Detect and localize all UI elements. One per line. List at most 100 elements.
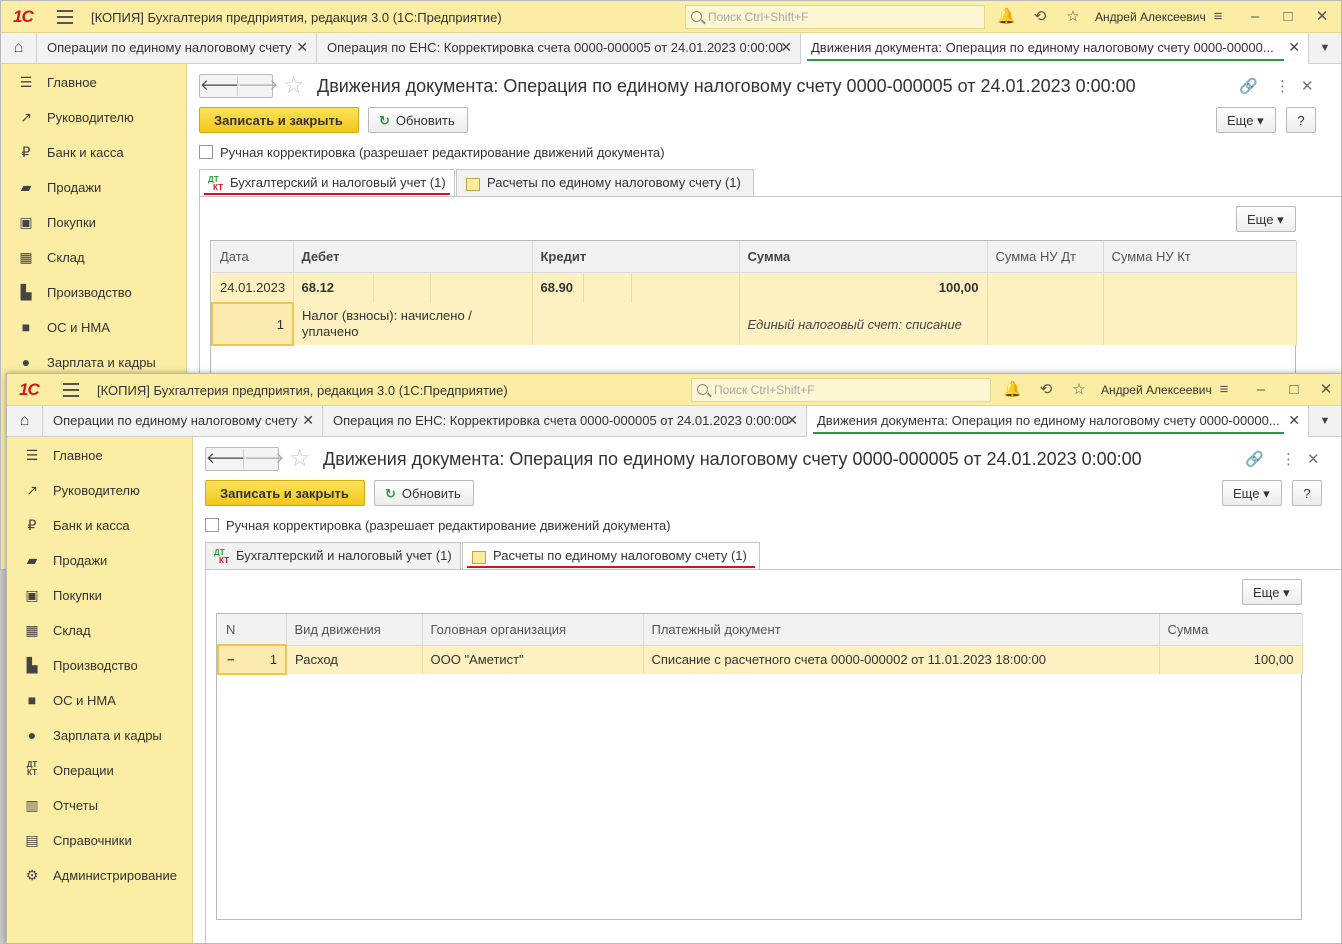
sidebar-item-warehouse[interactable]: ▦ Склад	[7, 612, 192, 647]
cell-credit[interactable]: 68.90	[532, 272, 584, 303]
cell-organization[interactable]: ООО "Аметист"	[422, 645, 644, 674]
sidebar-item-main[interactable]: ☰ Главное	[1, 64, 186, 99]
more-vertical-icon[interactable]: ⋮	[1281, 450, 1296, 468]
checkbox-box[interactable]	[199, 145, 213, 159]
link-icon[interactable]: 🔗	[1245, 450, 1264, 468]
table-more-button[interactable]: Еще ▾	[1236, 206, 1296, 232]
back-arrow-icon[interactable]: 🡐	[206, 449, 246, 469]
sidebar-item-production[interactable]: ▙ Производство	[7, 647, 192, 682]
column-header[interactable]: Кредит	[532, 241, 740, 273]
column-header[interactable]: Сумма НУ Дт	[987, 241, 1104, 273]
table-row[interactable]: 24.01.2023 68.12 68.90 100,00	[212, 272, 1297, 345]
minimize-icon[interactable]: –	[1252, 381, 1270, 399]
cell-content[interactable]: Единый налоговый счет: списание	[739, 303, 988, 345]
maximize-icon[interactable]: □	[1285, 381, 1303, 399]
close-form-icon[interactable]: ✕	[1301, 77, 1314, 95]
cell-empty[interactable]	[583, 272, 632, 303]
user-name[interactable]: Андрей Алексеевич	[1095, 10, 1206, 24]
column-header[interactable]: Сумма НУ Кт	[1103, 241, 1297, 273]
tab-ens-operation[interactable]: Операция по ЕНС: Корректировка счета 000…	[323, 406, 807, 437]
settings-menu-icon[interactable]: ≡	[1215, 381, 1233, 399]
history-icon[interactable]: ⟲	[1031, 8, 1049, 26]
column-header[interactable]: Сумма	[1159, 614, 1303, 646]
help-button[interactable]: ?	[1292, 480, 1322, 506]
home-tab-icon[interactable]: ⌂	[7, 406, 43, 437]
sidebar-item-manager[interactable]: ↗ Руководителю	[7, 472, 192, 507]
favorite-star-icon[interactable]: ☆	[289, 444, 311, 473]
cell-payment-doc[interactable]: Списание с расчетного счета 0000-000002 …	[643, 645, 1160, 674]
column-header[interactable]: Дата	[212, 241, 294, 273]
cell-empty[interactable]	[631, 272, 740, 303]
close-window-icon[interactable]: ✕	[1317, 381, 1335, 399]
cell-amount[interactable]: 100,00	[739, 272, 988, 303]
sidebar-item-production[interactable]: ▙ Производство	[1, 274, 186, 309]
forward-arrow-icon[interactable]: 🡒	[243, 449, 284, 469]
close-icon[interactable]: ✕	[780, 39, 792, 56]
help-button[interactable]: ?	[1286, 107, 1316, 133]
cell-date[interactable]: 24.01.2023	[212, 272, 294, 303]
sidebar-item-reports[interactable]: ▥ Отчеты	[7, 787, 192, 822]
search-input[interactable]: Поиск Ctrl+Shift+F	[685, 5, 985, 29]
close-form-icon[interactable]: ✕	[1307, 450, 1320, 468]
sidebar-item-bank[interactable]: ₽ Банк и касса	[7, 507, 192, 542]
sidebar-item-salary[interactable]: ● Зарплата и кадры	[7, 717, 192, 752]
cell-tax-kt[interactable]	[1103, 272, 1297, 345]
close-icon[interactable]: ✕	[302, 412, 314, 429]
sidebar-item-admin[interactable]: ⚙ Администрирование	[7, 857, 192, 892]
sidebar-item-sales[interactable]: ▰ Продажи	[7, 542, 192, 577]
minimize-icon[interactable]: –	[1246, 8, 1264, 26]
sidebar-item-bank[interactable]: ₽ Банк и касса	[1, 134, 186, 169]
tab-ens-settlements[interactable]: Расчеты по единому налоговому счету (1)	[462, 542, 760, 570]
home-tab-icon[interactable]: ⌂	[1, 33, 37, 64]
main-menu-icon[interactable]	[57, 10, 73, 24]
sidebar-item-purchases[interactable]: ▣ Покупки	[1, 204, 186, 239]
sidebar-item-operations[interactable]: ДТ КТ Операции	[7, 752, 192, 787]
cell-movement[interactable]: Расход	[286, 645, 423, 674]
sidebar-item-manager[interactable]: ↗ Руководителю	[1, 99, 186, 134]
cell-number[interactable]: −1	[217, 644, 287, 675]
more-button[interactable]: Еще ▾	[1216, 107, 1276, 133]
bell-icon[interactable]: 🔔	[997, 8, 1016, 26]
column-header[interactable]: N	[218, 614, 287, 646]
forward-arrow-icon[interactable]: 🡒	[237, 76, 278, 96]
sidebar-item-warehouse[interactable]: ▦ Склад	[1, 239, 186, 274]
cell-line-number[interactable]: 1	[211, 302, 294, 346]
back-arrow-icon[interactable]: 🡐	[200, 76, 240, 96]
manual-correction-checkbox[interactable]: Ручная корректировка (разрешает редактир…	[205, 518, 671, 533]
more-vertical-icon[interactable]: ⋮	[1275, 77, 1290, 95]
table-row[interactable]: −1 Расход ООО "Аметист" Списание с расче…	[217, 644, 1303, 675]
sidebar-item-assets[interactable]: ■ ОС и НМА	[1, 309, 186, 344]
close-window-icon[interactable]: ✕	[1313, 8, 1331, 26]
column-header[interactable]: Вид движения	[286, 614, 423, 646]
cell-empty[interactable]	[373, 272, 431, 303]
save-close-button[interactable]: Записать и закрыть	[199, 107, 359, 133]
column-header[interactable]: Головная организация	[422, 614, 644, 646]
sidebar-item-purchases[interactable]: ▣ Покупки	[7, 577, 192, 612]
favorite-star-icon[interactable]: ☆	[283, 71, 305, 100]
close-icon[interactable]: ✕	[1288, 412, 1300, 429]
checkbox-box[interactable]	[205, 518, 219, 532]
refresh-button[interactable]: ↻ Обновить	[368, 107, 468, 133]
column-header[interactable]: Сумма	[739, 241, 988, 273]
link-icon[interactable]: 🔗	[1239, 77, 1258, 95]
sidebar-item-main[interactable]: ☰ Главное	[7, 437, 192, 472]
close-icon[interactable]: ✕	[786, 412, 798, 429]
cell-credit-subconto[interactable]	[532, 303, 740, 345]
manual-correction-checkbox[interactable]: Ручная корректировка (разрешает редактир…	[199, 145, 665, 160]
sidebar-item-assets[interactable]: ■ ОС и НМА	[7, 682, 192, 717]
sidebar-item-catalogs[interactable]: ▤ Справочники	[7, 822, 192, 857]
tab-ens-operation[interactable]: Операция по ЕНС: Корректировка счета 000…	[317, 33, 801, 64]
refresh-button[interactable]: ↻ Обновить	[374, 480, 474, 506]
column-header[interactable]: Платежный документ	[643, 614, 1160, 646]
column-header[interactable]: Дебет	[293, 241, 533, 273]
more-button[interactable]: Еще ▾	[1222, 480, 1282, 506]
cell-empty[interactable]	[430, 272, 533, 303]
tab-accounting[interactable]: ДТ КТ Бухгалтерский и налоговый учет (1)	[205, 542, 461, 569]
main-menu-icon[interactable]	[63, 383, 79, 397]
tab-document-movements[interactable]: Движения документа: Операция по единому …	[807, 406, 1309, 437]
sidebar-item-sales[interactable]: ▰ Продажи	[1, 169, 186, 204]
close-icon[interactable]: ✕	[296, 39, 308, 56]
favorites-icon[interactable]: ☆	[1064, 8, 1082, 26]
user-name[interactable]: Андрей Алексеевич	[1101, 383, 1212, 397]
cell-amount[interactable]: 100,00	[1159, 645, 1303, 674]
